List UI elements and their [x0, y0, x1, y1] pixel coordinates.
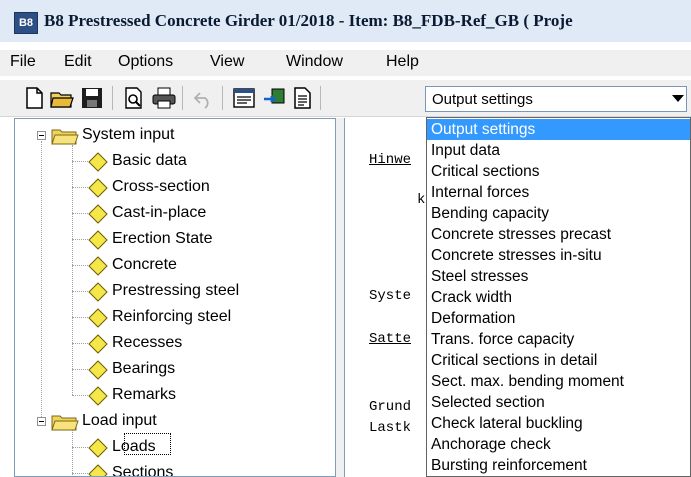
- print-icon[interactable]: [152, 86, 176, 110]
- menu-help[interactable]: Help: [386, 53, 419, 71]
- app-icon[interactable]: B8: [14, 12, 38, 34]
- dropdown-option[interactable]: Crack width: [427, 287, 690, 308]
- toolbar-separator: [182, 86, 183, 110]
- tree-item-basic-data[interactable]: Basic data: [15, 150, 335, 174]
- dropdown-option[interactable]: Critical sections in detail: [427, 350, 690, 371]
- diamond-icon: [88, 386, 108, 406]
- tree-item-loads[interactable]: Loads: [15, 436, 335, 460]
- toolbar-separator: [320, 86, 321, 110]
- dropdown-option[interactable]: Sect. max. bending moment: [427, 371, 690, 392]
- tree-group-label: Load input: [82, 412, 157, 429]
- output-dropdown-list[interactable]: Output settings Input data Critical sect…: [426, 117, 691, 477]
- menu-edit[interactable]: Edit: [64, 53, 92, 71]
- dropdown-option[interactable]: Critical sections: [427, 161, 690, 182]
- save-icon[interactable]: [80, 86, 104, 110]
- tree-group-label: System input: [82, 126, 175, 143]
- folder-open-icon: [51, 415, 79, 431]
- tree-item-bearings[interactable]: Bearings: [15, 358, 335, 382]
- title-bar: B8 B8 Prestressed Concrete Girder 01/201…: [0, 0, 691, 42]
- tree-item-remarks[interactable]: Remarks: [15, 384, 335, 408]
- content-line: Satte: [369, 331, 412, 347]
- diamond-icon: [88, 334, 108, 354]
- dropdown-option[interactable]: Deformation: [427, 308, 690, 329]
- dropdown-option[interactable]: Bending capacity: [427, 203, 690, 224]
- dropdown-option[interactable]: Concrete stresses precast: [427, 224, 690, 245]
- tree-item-prestressing-steel[interactable]: Prestressing steel: [15, 280, 335, 304]
- diamond-icon: [88, 178, 108, 198]
- tree-item-erection-state[interactable]: Erection State: [15, 228, 335, 252]
- output-selector-combo[interactable]: Output settings: [425, 86, 687, 112]
- print-preview-icon[interactable]: [122, 86, 146, 110]
- window-title: B8 Prestressed Concrete Girder 01/2018 -…: [44, 11, 573, 30]
- dropdown-option[interactable]: Internal forces: [427, 182, 690, 203]
- diamond-icon: [88, 282, 108, 302]
- dropdown-option[interactable]: Input data: [427, 140, 690, 161]
- diamond-icon: [88, 438, 108, 458]
- chevron-down-icon[interactable]: [672, 95, 684, 102]
- dropdown-option[interactable]: Anchorage check: [427, 434, 690, 455]
- content-line: Hinwe: [369, 152, 412, 168]
- menu-bar: File Edit Options View Window Help: [0, 50, 691, 76]
- selection-focus-rect: [124, 433, 171, 455]
- new-file-icon[interactable]: [22, 86, 46, 110]
- diamond-icon: [88, 256, 108, 276]
- collapse-icon[interactable]: [37, 417, 46, 426]
- dropdown-option[interactable]: Check lateral buckling: [427, 413, 690, 434]
- tree-item-concrete[interactable]: Concrete: [15, 254, 335, 278]
- diamond-icon: [88, 360, 108, 380]
- content-line: k: [417, 192, 426, 208]
- diamond-icon: [88, 230, 108, 250]
- dropdown-option[interactable]: Bursting reinforcement: [427, 455, 690, 476]
- tree-view[interactable]: System input Basic data Cross-section Ca…: [14, 118, 336, 477]
- toolbar-separator: [222, 86, 223, 110]
- menu-view[interactable]: View: [210, 53, 244, 71]
- tree-item-cast-in-place[interactable]: Cast-in-place: [15, 202, 335, 226]
- tree-item-cross-section[interactable]: Cross-section: [15, 176, 335, 200]
- dropdown-option[interactable]: Concrete stresses in-situ: [427, 245, 690, 266]
- content-line: Syste: [369, 288, 412, 304]
- dropdown-option[interactable]: Steel stresses: [427, 266, 690, 287]
- dropdown-option[interactable]: Selected section: [427, 392, 690, 413]
- menu-options[interactable]: Options: [118, 53, 173, 71]
- menu-window[interactable]: Window: [286, 53, 343, 71]
- pane-splitter[interactable]: [336, 118, 344, 477]
- combo-value: Output settings: [432, 91, 533, 108]
- diamond-icon: [88, 204, 108, 224]
- content-line: Lastk: [369, 420, 412, 436]
- toolbar-separator: [112, 86, 113, 110]
- folder-open-icon: [51, 129, 79, 145]
- collapse-icon[interactable]: [37, 131, 46, 140]
- import-icon[interactable]: [262, 86, 286, 110]
- form-icon[interactable]: [232, 86, 256, 110]
- diamond-icon: [88, 464, 108, 476]
- tree-group-load-input[interactable]: Load input: [15, 410, 335, 434]
- undo-icon[interactable]: [192, 86, 216, 110]
- dropdown-option[interactable]: Output settings: [427, 119, 690, 140]
- document-icon[interactable]: [290, 86, 314, 110]
- tree-group-system-input[interactable]: System input: [15, 124, 335, 148]
- tree-item-sections[interactable]: Sections: [15, 462, 335, 476]
- content-line: Grund: [369, 399, 412, 415]
- dropdown-option[interactable]: Trans. force capacity: [427, 329, 690, 350]
- open-folder-icon[interactable]: [50, 86, 74, 110]
- menu-file[interactable]: File: [10, 53, 36, 71]
- diamond-icon: [88, 152, 108, 172]
- tree-item-recesses[interactable]: Recesses: [15, 332, 335, 356]
- tree-item-reinforcing-steel[interactable]: Reinforcing steel: [15, 306, 335, 330]
- diamond-icon: [88, 308, 108, 328]
